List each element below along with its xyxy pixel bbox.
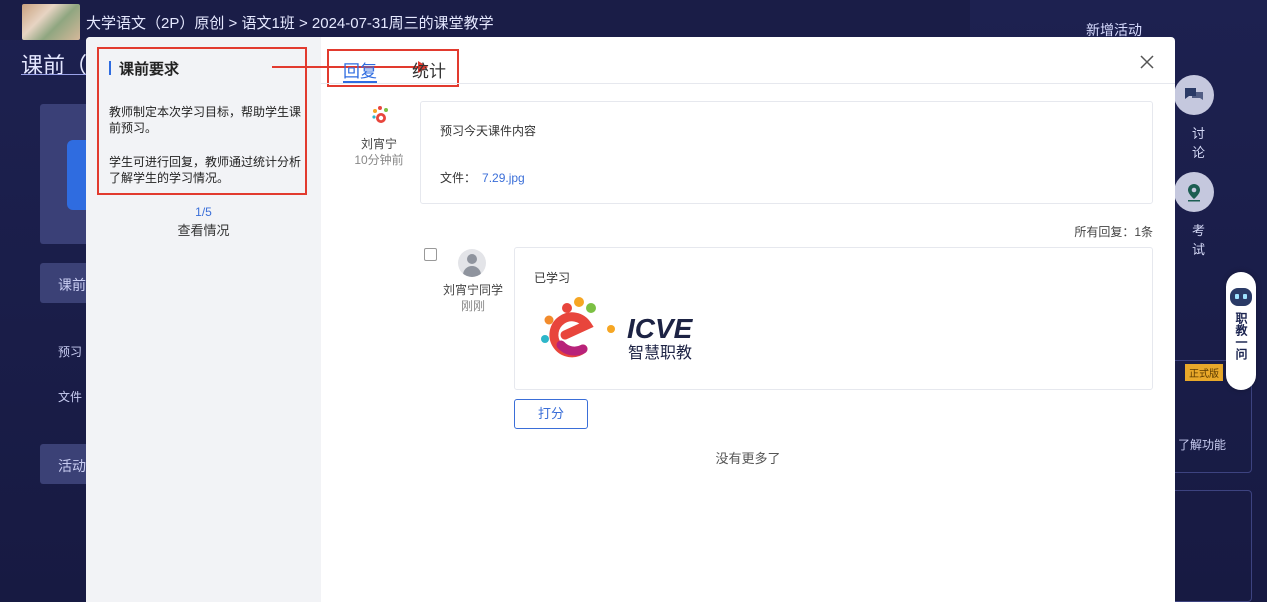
requirements-title: 课前要求 (109, 58, 179, 79)
post-file: 文件： 7.29.jpg (440, 169, 525, 186)
requirements-paragraph-1: 教师制定本次学习目标，帮助学生课前预习。 (109, 105, 302, 135)
student-name: 刘宵宁同学 (442, 283, 503, 297)
score-button[interactable]: 打分 (514, 399, 588, 429)
activity-button[interactable]: 活动 (40, 444, 90, 484)
file-label: 文件： (440, 171, 477, 185)
file-item[interactable]: 文件 (58, 388, 82, 405)
zhijiao-assistant-button[interactable]: 职教一问 (1226, 272, 1256, 390)
tab-reply[interactable]: 回复 (343, 57, 377, 82)
exam-tool[interactable]: 考试 (1174, 172, 1214, 258)
avatar-body (463, 266, 481, 277)
reply-count: 所有回复：1条 (1074, 225, 1153, 239)
file-link[interactable]: 7.29.jpg (482, 171, 525, 185)
reply-card: 已学习 ICVE 智慧职教 (514, 247, 1153, 390)
preview-item[interactable]: 预习 (58, 343, 82, 360)
teacher-avatar-icon (371, 105, 391, 125)
requirements-modal: 课前要求 教师制定本次学习目标，帮助学生课前预习。 学生可进行回复，教师通过统计… (86, 37, 1175, 602)
close-icon[interactable] (1138, 53, 1156, 71)
course-thumbnail (22, 4, 80, 40)
teacher-post-card: 预习今天课件内容 文件： 7.29.jpg (420, 101, 1153, 204)
zhijiao-label: 职教一问 (1234, 312, 1248, 360)
no-more-text: 没有更多了 (715, 451, 781, 466)
requirements-highlight: 课前要求 教师制定本次学习目标，帮助学生课前预习。 学生可进行回复，教师通过统计… (97, 47, 307, 195)
icve-logo-image[interactable]: ICVE 智慧职教 (535, 294, 715, 369)
activity-card[interactable] (40, 104, 90, 244)
logo-wordmark: ICVE (627, 313, 694, 344)
teacher-name: 刘宵宁 (360, 137, 397, 151)
stage-underline (21, 74, 87, 75)
stage-title: 课前（ (21, 53, 88, 78)
logo-subtitle: 智慧职教 (628, 343, 692, 362)
reply-select-checkbox[interactable] (424, 248, 437, 261)
view-status-link[interactable]: 查看情况 (86, 220, 321, 239)
student-reply-time: 刚刚 (460, 299, 485, 313)
robot-icon (1230, 288, 1252, 306)
page-indicator: 1/5 (195, 205, 212, 219)
post-text: 预习今天课件内容 (440, 124, 537, 138)
student-avatar (458, 249, 486, 277)
exam-icon (1174, 172, 1214, 212)
discussion-label: 讨论 (1192, 126, 1206, 160)
breadcrumb[interactable]: 大学语文（2P）原创 > 语文1班 > 2024-07-31周三的课堂教学 (86, 12, 494, 33)
avatar-head (467, 254, 477, 264)
reply-text: 已学习 (534, 271, 571, 285)
requirements-paragraph-2: 学生可进行回复，教师通过统计分析了解学生的学习情况。 (109, 155, 302, 185)
tabs-divider (321, 83, 1175, 84)
before-class-button[interactable]: 课前 (40, 263, 90, 303)
discussion-tool[interactable]: 讨论 (1174, 75, 1214, 161)
exam-label: 考试 (1192, 223, 1206, 257)
learn-features-link[interactable]: 了解功能 (1178, 436, 1226, 453)
promo-tag: 正式版 (1185, 364, 1223, 381)
tab-statistics[interactable]: 统计 (412, 57, 446, 82)
chat-icon (1174, 75, 1214, 115)
teacher-post-time: 10分钟前 (354, 153, 404, 167)
modal-sidebar: 课前要求 教师制定本次学习目标，帮助学生课前预习。 学生可进行回复，教师通过统计… (86, 37, 321, 602)
